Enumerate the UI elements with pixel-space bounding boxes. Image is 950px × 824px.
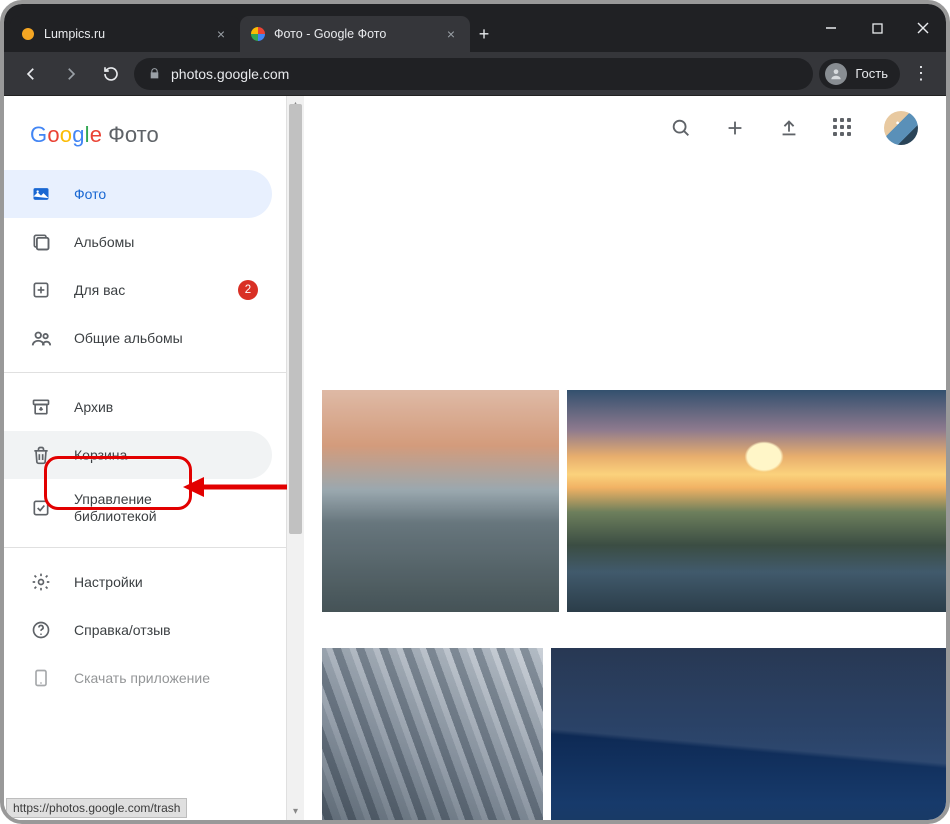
apps-grid-icon bbox=[833, 118, 853, 138]
sidebar-scrollbar[interactable]: ▴ ▾ bbox=[287, 96, 304, 820]
photo-icon bbox=[30, 183, 52, 205]
sidebar-item-photos[interactable]: Фото bbox=[4, 170, 272, 218]
sidebar-item-archive[interactable]: Архив bbox=[4, 383, 272, 431]
window-controls bbox=[808, 4, 946, 52]
guest-avatar-icon bbox=[825, 63, 847, 85]
tab-google-photos[interactable]: Фото - Google Фото × bbox=[240, 16, 470, 52]
logo-service: Фото bbox=[108, 122, 159, 148]
sidebar-secondary: Архив Корзина Управление библиотекой bbox=[4, 383, 286, 537]
sidebar-label: Управление библиотекой bbox=[74, 491, 157, 526]
sidebar-item-getapp[interactable]: Скачать приложение bbox=[4, 654, 272, 702]
sidebar-label: Для вас bbox=[74, 282, 125, 298]
browser-menu-button[interactable]: ⋮ bbox=[906, 63, 936, 84]
back-button[interactable] bbox=[14, 57, 48, 91]
google-photos-app: Google Фото Фото Альбомы bbox=[4, 96, 946, 820]
badge-count: 2 bbox=[238, 280, 258, 300]
close-window-button[interactable] bbox=[900, 4, 946, 52]
foryou-icon bbox=[30, 279, 52, 301]
sidebar-tertiary: Настройки Справка/отзыв Скачать приложен… bbox=[4, 558, 286, 702]
account-avatar[interactable] bbox=[884, 111, 918, 145]
albums-icon bbox=[30, 231, 52, 253]
settings-icon bbox=[30, 571, 52, 593]
trash-icon bbox=[30, 444, 52, 466]
search-button[interactable] bbox=[668, 115, 694, 141]
divider bbox=[4, 547, 286, 548]
sidebar-label: Справка/отзыв bbox=[74, 622, 171, 638]
guest-label: Гость bbox=[855, 66, 888, 81]
maximize-button[interactable] bbox=[854, 4, 900, 52]
sidebar-label: Общие альбомы bbox=[74, 330, 183, 346]
sidebar-label: Архив bbox=[74, 399, 113, 415]
sidebar-item-settings[interactable]: Настройки bbox=[4, 558, 272, 606]
close-icon[interactable]: × bbox=[214, 27, 228, 41]
google-photos-logo[interactable]: Google Фото bbox=[4, 108, 286, 170]
photo-thumbnail[interactable] bbox=[322, 390, 559, 612]
photo-thumbnail[interactable] bbox=[567, 390, 946, 612]
sidebar-item-albums[interactable]: Альбомы bbox=[4, 218, 272, 266]
sidebar-primary: Фото Альбомы Для вас 2 bbox=[4, 170, 286, 362]
favicon-orange-dot bbox=[20, 26, 36, 42]
minimize-button[interactable] bbox=[808, 4, 854, 52]
tab-title: Фото - Google Фото bbox=[274, 27, 436, 41]
sidebar-item-shared[interactable]: Общие альбомы bbox=[4, 314, 272, 362]
url-text: photos.google.com bbox=[171, 66, 289, 82]
new-tab-button[interactable]: + bbox=[470, 16, 498, 52]
address-bar: photos.google.com Гость ⋮ bbox=[4, 52, 946, 96]
tab-title: Lumpics.ru bbox=[44, 27, 206, 41]
omnibox[interactable]: photos.google.com bbox=[134, 58, 813, 90]
sidebar-item-help[interactable]: Справка/отзыв bbox=[4, 606, 272, 654]
google-apps-button[interactable] bbox=[830, 115, 856, 141]
tab-lumpics[interactable]: Lumpics.ru × bbox=[10, 16, 240, 52]
photo-row bbox=[322, 390, 946, 612]
upload-button[interactable] bbox=[776, 115, 802, 141]
profile-chip[interactable]: Гость bbox=[819, 59, 900, 89]
photo-row bbox=[322, 648, 946, 820]
sidebar: Google Фото Фото Альбомы bbox=[4, 96, 304, 820]
shared-icon bbox=[30, 327, 52, 349]
sidebar-label: Скачать приложение bbox=[74, 670, 210, 686]
sidebar-label: Настройки bbox=[74, 574, 143, 590]
photo-thumbnail[interactable] bbox=[551, 648, 946, 820]
lock-icon bbox=[148, 67, 161, 80]
sidebar-label: Альбомы bbox=[74, 234, 134, 250]
close-icon[interactable]: × bbox=[444, 27, 458, 41]
app-header bbox=[304, 96, 946, 160]
create-button[interactable] bbox=[722, 115, 748, 141]
sidebar-label: Корзина bbox=[74, 447, 127, 463]
divider bbox=[4, 372, 286, 373]
forward-button[interactable] bbox=[54, 57, 88, 91]
archive-icon bbox=[30, 396, 52, 418]
sidebar-label: Фото bbox=[74, 186, 106, 202]
browser-titlebar: Lumpics.ru × Фото - Google Фото × + bbox=[4, 4, 946, 52]
download-icon bbox=[30, 667, 52, 689]
reload-button[interactable] bbox=[94, 57, 128, 91]
tab-strip: Lumpics.ru × Фото - Google Фото × + bbox=[4, 4, 808, 52]
sidebar-item-foryou[interactable]: Для вас 2 bbox=[4, 266, 272, 314]
help-icon bbox=[30, 619, 52, 641]
scrollbar-thumb[interactable] bbox=[289, 104, 302, 534]
photo-grid bbox=[304, 160, 946, 820]
sidebar-item-library[interactable]: Управление библиотекой bbox=[4, 479, 272, 537]
library-icon bbox=[30, 497, 52, 519]
photo-thumbnail[interactable] bbox=[322, 648, 543, 820]
sidebar-item-trash[interactable]: Корзина bbox=[4, 431, 272, 479]
browser-window: Lumpics.ru × Фото - Google Фото × + bbox=[0, 0, 950, 824]
favicon-google-photos bbox=[250, 26, 266, 42]
scroll-down-icon[interactable]: ▾ bbox=[287, 803, 304, 820]
status-bar-url: https://photos.google.com/trash bbox=[6, 798, 187, 818]
